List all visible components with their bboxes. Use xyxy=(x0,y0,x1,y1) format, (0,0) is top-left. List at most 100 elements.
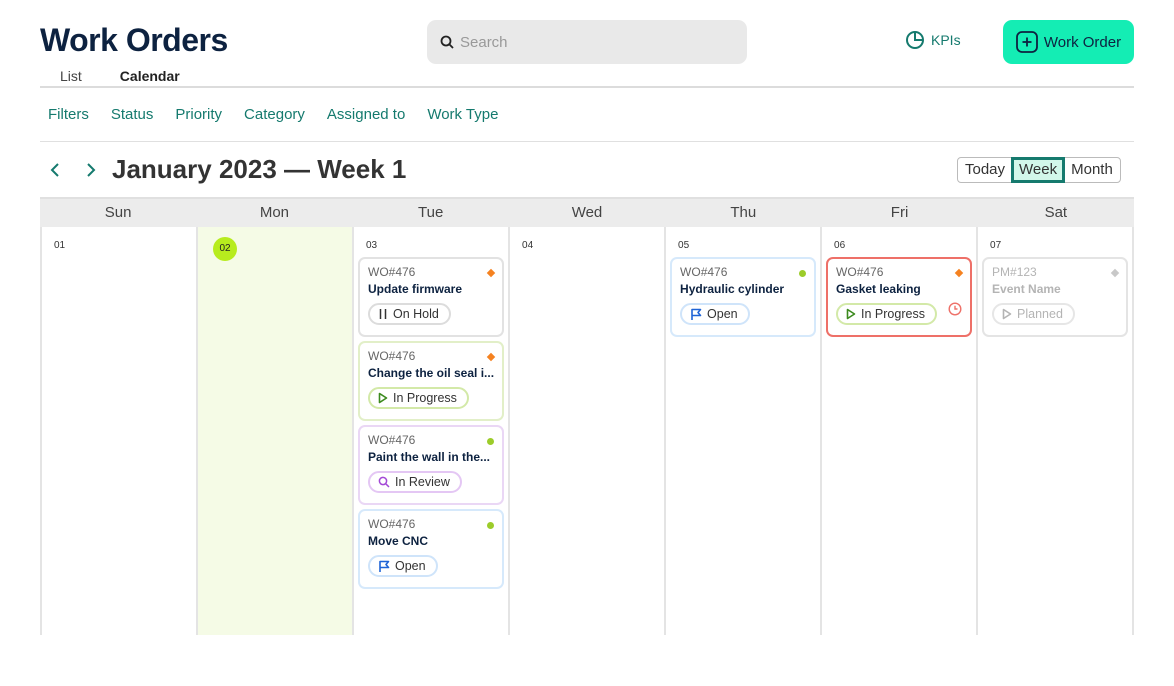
work-order-id: WO#476 xyxy=(836,265,884,279)
plus-square-icon xyxy=(1015,31,1038,53)
weekday-label: Sun xyxy=(104,204,132,221)
day-number: 03 xyxy=(358,231,504,257)
day-cell[interactable]: 06 WO#476 Gasket leaking In Progress xyxy=(820,227,976,635)
next-week-button[interactable] xyxy=(84,160,98,185)
chevron-left-icon xyxy=(50,163,59,177)
filter-priority[interactable]: Priority xyxy=(175,106,222,123)
day-cell[interactable]: 02 xyxy=(196,227,352,635)
status-label: Open xyxy=(707,307,738,321)
filter-status[interactable]: Status xyxy=(111,106,154,123)
day-cell[interactable]: 01 xyxy=(40,227,196,635)
day-number: 01 xyxy=(46,231,192,257)
day-cell[interactable]: 03 WO#476 Update firmware On Hold WO#476 Chan… xyxy=(352,227,508,635)
weekday-label: Thu xyxy=(730,204,757,221)
filter-category[interactable]: Category xyxy=(244,106,305,123)
weekday-label: Mon xyxy=(259,204,290,221)
today-badge: 02 xyxy=(213,237,237,261)
status-label: In Progress xyxy=(393,391,457,405)
work-order-card[interactable]: WO#476 Hydraulic cylinder Open xyxy=(670,257,817,337)
filter-divider xyxy=(40,141,1134,142)
status-label: Planned xyxy=(1017,307,1063,321)
period-title: January 2023 — Week 1 xyxy=(112,154,407,184)
weekday-label: Tue xyxy=(418,204,444,221)
work-order-card[interactable]: WO#476 Gasket leaking In Progress xyxy=(826,257,973,337)
status-badge: In Progress xyxy=(368,387,469,409)
calendar-days: 01 02 03 WO#476 Update firmware On Hold WO#476… xyxy=(40,227,1135,635)
flag-icon xyxy=(379,560,390,572)
day-cell[interactable]: 04 xyxy=(508,227,664,635)
kpis-button[interactable]: KPIs xyxy=(905,30,961,50)
status-label: In Progress xyxy=(861,307,925,321)
header-divider xyxy=(40,86,1134,88)
range-week-button[interactable]: Week xyxy=(1011,157,1066,183)
day-number-label: 06 xyxy=(834,240,846,251)
search-icon xyxy=(440,35,454,49)
day-number-label: 04 xyxy=(522,240,534,251)
work-order-card[interactable]: WO#476 Change the oil seal i... In Progres… xyxy=(358,341,505,421)
previous-week-button[interactable] xyxy=(48,160,62,185)
work-order-name: Event Name xyxy=(992,282,1061,296)
search-box[interactable] xyxy=(427,20,747,64)
range-month-button[interactable]: Month xyxy=(1064,158,1120,182)
work-order-card[interactable]: PM#123 Event Name Planned xyxy=(982,257,1129,337)
filter-assigned-to[interactable]: Assigned to xyxy=(327,106,405,123)
status-badge: In Review xyxy=(368,471,462,493)
day-number: 04 xyxy=(514,231,660,257)
status-label: Open xyxy=(395,559,426,573)
work-order-id: WO#476 xyxy=(368,517,416,531)
work-order-name: Paint the wall in the... xyxy=(368,450,491,464)
flag-icon xyxy=(691,308,702,320)
play-icon xyxy=(846,308,856,320)
status-badge: Open xyxy=(680,303,750,325)
weekday-label: Fri xyxy=(890,204,909,221)
kpis-label: KPIs xyxy=(931,32,961,48)
work-order-id: WO#476 xyxy=(368,433,416,447)
work-order-card[interactable]: WO#476 Update firmware On Hold xyxy=(358,257,505,337)
view-tabs: List Calendar xyxy=(60,68,180,84)
add-work-order-button[interactable]: Work Order xyxy=(1003,20,1134,64)
status-badge: On Hold xyxy=(368,303,451,325)
work-order-name: Gasket leaking xyxy=(836,282,921,296)
tab-calendar[interactable]: Calendar xyxy=(120,68,180,84)
work-order-name: Change the oil seal i... xyxy=(368,366,495,380)
work-order-card[interactable]: WO#476 Move CNC Open xyxy=(358,509,505,589)
filter-all[interactable]: Filters xyxy=(48,106,89,123)
page-title: Work Orders xyxy=(40,22,228,58)
search-input[interactable] xyxy=(460,33,720,51)
magnifier-icon xyxy=(378,476,390,488)
play-icon xyxy=(1002,308,1012,320)
work-order-id: WO#476 xyxy=(368,265,416,279)
filter-bar: Filters Status Priority Category Assigne… xyxy=(48,106,498,123)
chevron-right-icon xyxy=(87,163,96,177)
pie-chart-icon xyxy=(906,31,924,49)
work-order-id: WO#476 xyxy=(680,265,728,279)
work-order-id: PM#123 xyxy=(992,265,1037,279)
add-work-order-label: Work Order xyxy=(1043,33,1122,51)
day-number: 06 xyxy=(826,231,972,257)
work-order-name: Hydraulic cylinder xyxy=(680,282,785,296)
day-cell[interactable]: 07 PM#123 Event Name Planned xyxy=(976,227,1135,635)
work-order-card[interactable]: WO#476 Paint the wall in the... In Review xyxy=(358,425,505,505)
day-number: 05 xyxy=(670,231,816,257)
clock-icon xyxy=(948,302,962,321)
status-label: In Review xyxy=(395,475,450,489)
status-badge: Planned xyxy=(992,303,1075,325)
status-badge: Open xyxy=(368,555,438,577)
day-number-label: 05 xyxy=(678,240,690,251)
day-number: 02 xyxy=(202,231,348,261)
pause-icon xyxy=(379,309,387,319)
status-badge: In Progress xyxy=(836,303,937,325)
week-calendar: Sun Mon Tue Wed Thu Fri Sat 01 02 03 WO#476… xyxy=(40,197,1135,635)
priority-dot-icon xyxy=(487,438,495,445)
play-icon xyxy=(378,392,388,404)
day-cell[interactable]: 05 WO#476 Hydraulic cylinder Open xyxy=(664,227,820,635)
work-order-id: WO#476 xyxy=(368,349,416,363)
range-today-button[interactable]: Today xyxy=(958,158,1012,182)
status-label: On Hold xyxy=(393,307,439,321)
filter-work-type[interactable]: Work Type xyxy=(427,106,498,123)
weekday-header: Sun Mon Tue Wed Thu Fri Sat xyxy=(40,197,1134,227)
priority-dot-icon xyxy=(799,270,807,277)
tab-list[interactable]: List xyxy=(60,68,82,84)
day-number-label: 01 xyxy=(54,240,66,251)
weekday-label: Sat xyxy=(1044,204,1068,221)
